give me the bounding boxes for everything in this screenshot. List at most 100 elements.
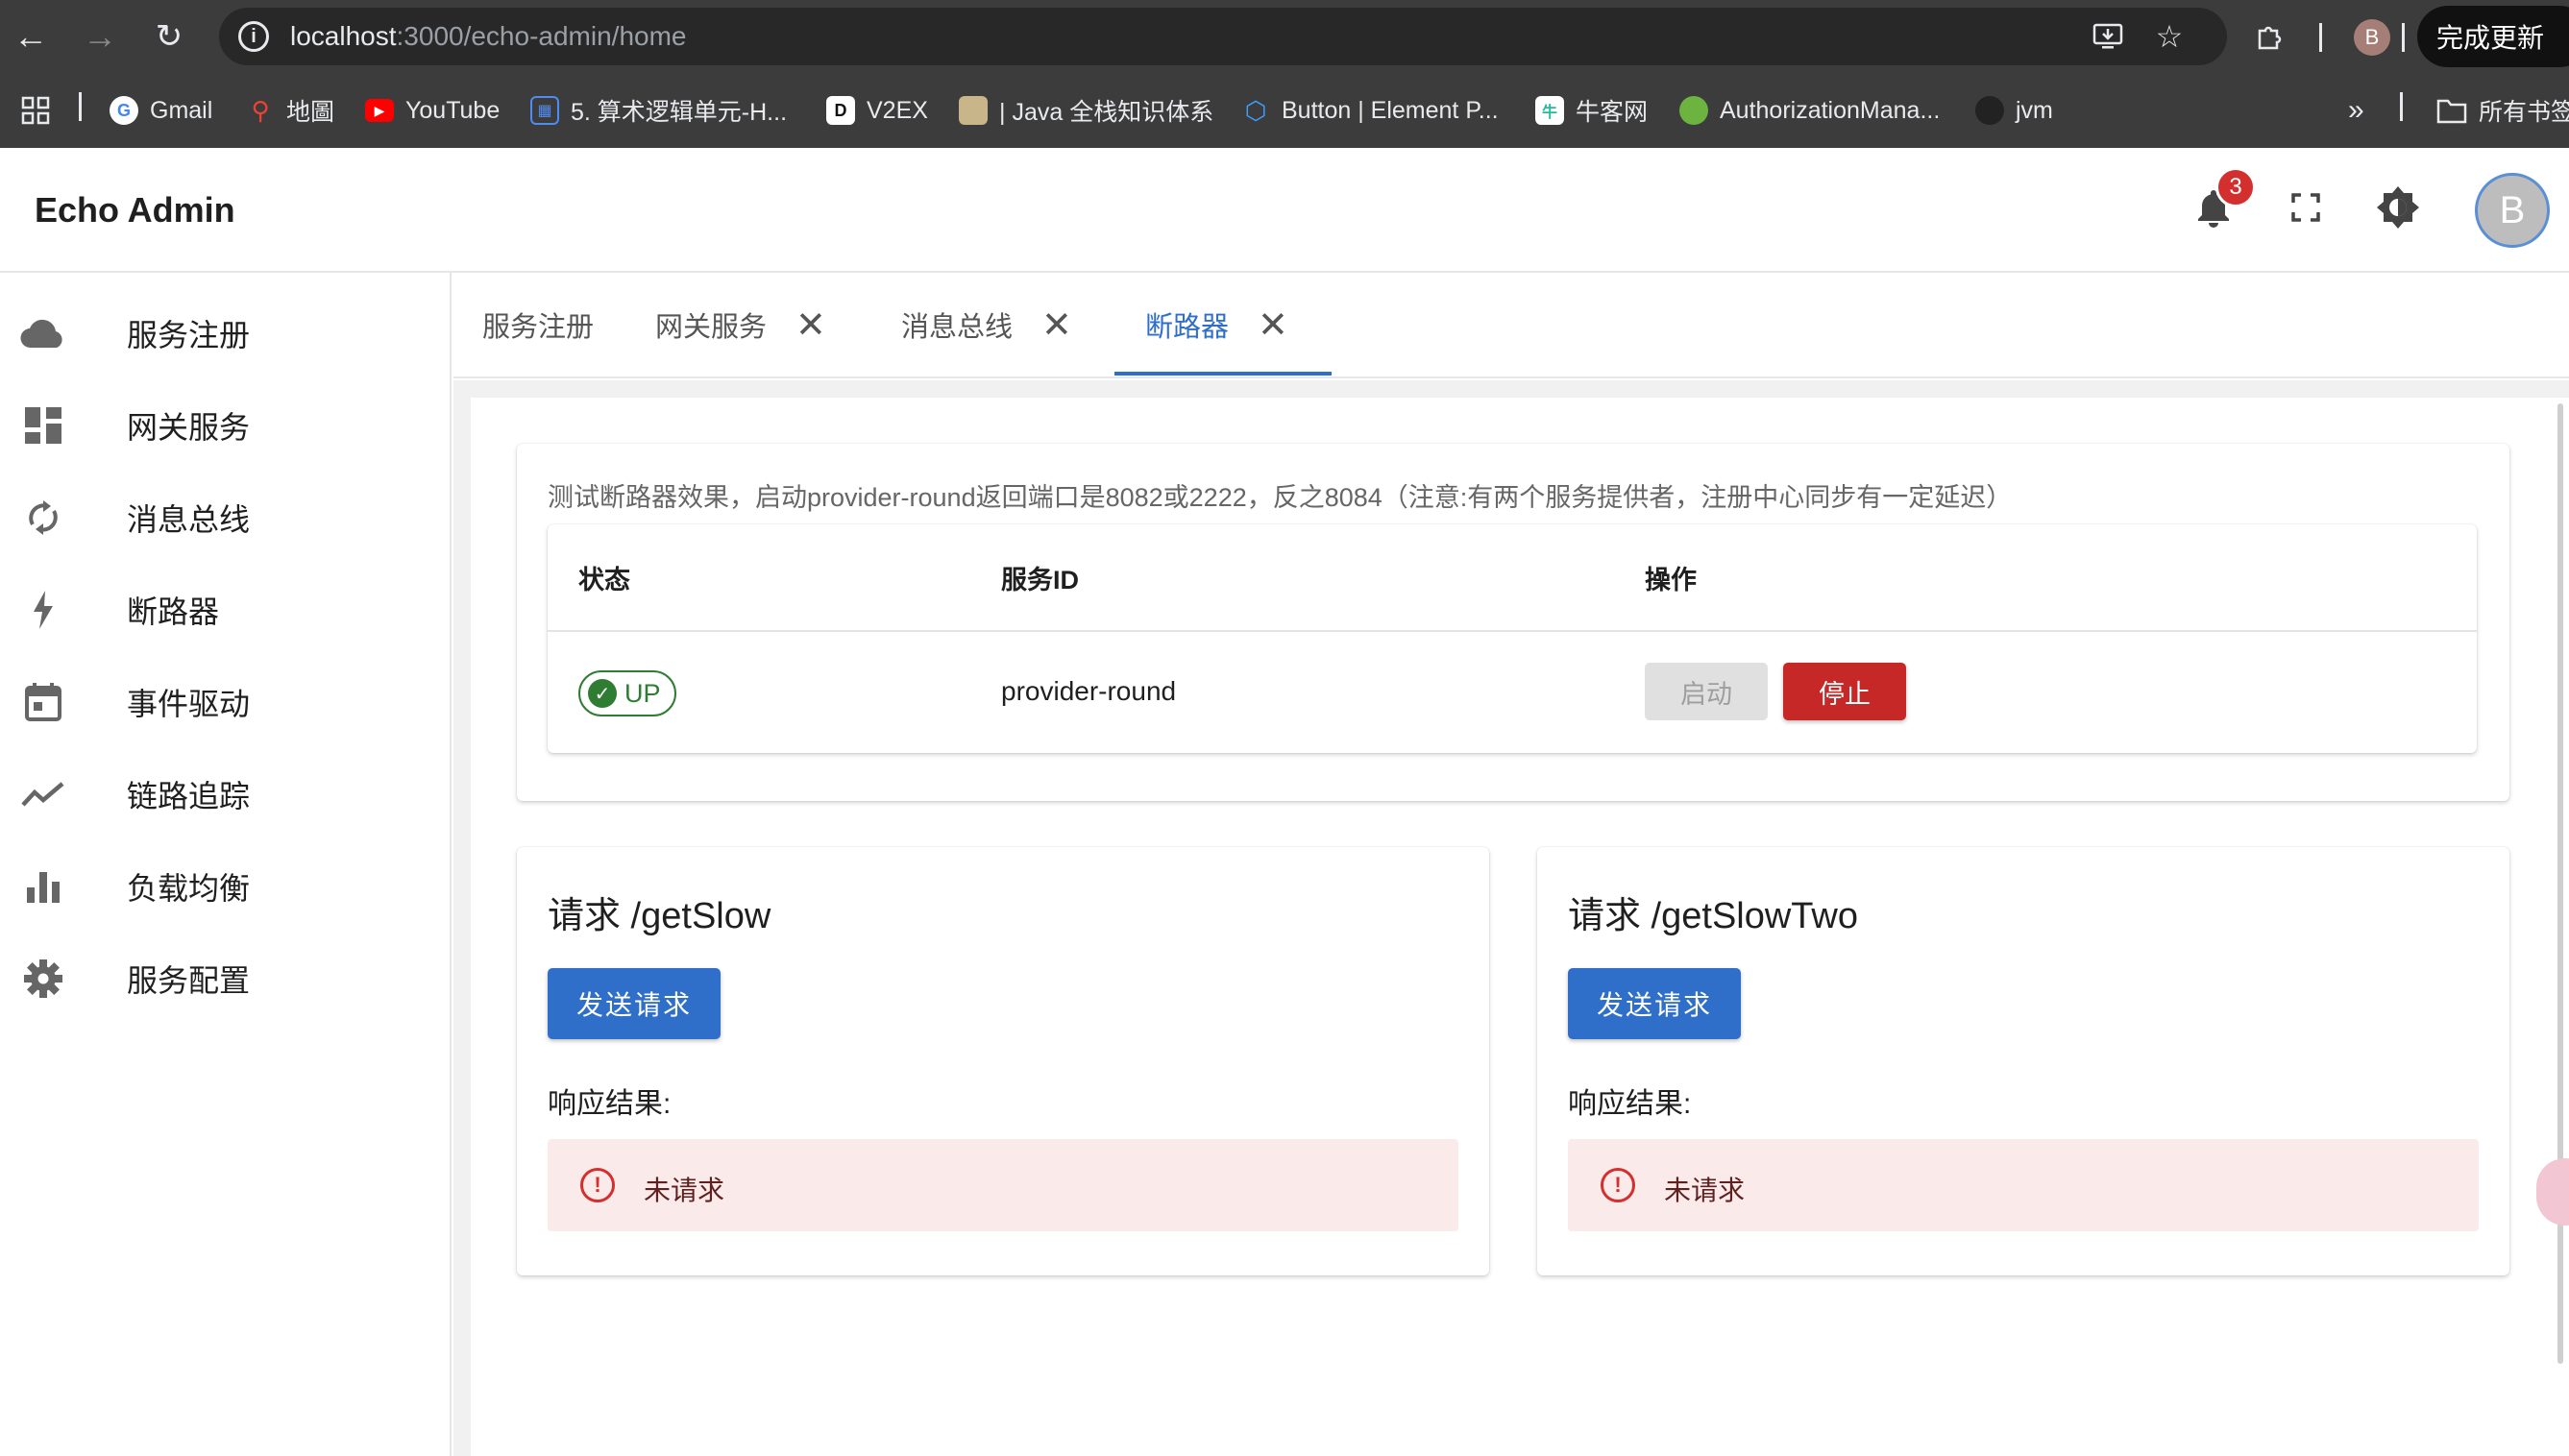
- bookmark-item[interactable]: D V2EX: [826, 92, 928, 129]
- browser-profile-avatar[interactable]: B: [2354, 19, 2390, 56]
- bookmark-label: | Java 全栈知识体系: [999, 99, 1214, 126]
- tab-label: 消息总线: [901, 312, 1014, 343]
- sidebar-item-label: 事件驱动: [127, 687, 251, 721]
- request-title: 请求 /getSlow: [548, 896, 771, 936]
- sidebar-item-label: 服务注册: [127, 318, 251, 352]
- sidebar-item-message-bus[interactable]: 消息总线: [0, 474, 450, 561]
- site-info-icon[interactable]: i: [238, 21, 269, 52]
- sidebar-item-label: 服务配置: [127, 963, 251, 998]
- send-request-button[interactable]: 发送请求: [1568, 968, 1741, 1039]
- service-id-cell: provider-round: [1001, 676, 1177, 706]
- theme-toggle-icon[interactable]: [2367, 177, 2429, 238]
- element-plus-icon: ⬡: [1244, 95, 1267, 125]
- bookmark-item[interactable]: ⬡ Button | Element P...: [1241, 92, 1499, 129]
- bookmark-star-icon[interactable]: ☆: [2152, 19, 2187, 54]
- calendar-favicon-icon: ▦: [530, 96, 559, 125]
- bookmarks-bar: G Gmail ⚲ 地圖 ▶ YouTube ▦ 5. 算术逻辑单元-H... D V2E…: [0, 73, 2569, 148]
- bookmark-item[interactable]: 牛牛客网: [1535, 92, 1648, 129]
- sidebar-item-gateway[interactable]: 网关服务: [0, 382, 450, 469]
- notification-badge: 3: [2215, 167, 2256, 207]
- tab-message-bus[interactable]: 消息总线 ✕: [901, 273, 1072, 376]
- close-icon[interactable]: ✕: [1258, 303, 1288, 347]
- maps-pin-icon: ⚲: [251, 95, 270, 125]
- sidebar-item-service-registry[interactable]: 服务注册: [0, 290, 450, 376]
- all-bookmarks-folder[interactable]: 所有书签: [2436, 92, 2569, 129]
- response-label: 响应结果:: [548, 1088, 672, 1120]
- app-header: Echo Admin 3 B: [0, 148, 2569, 273]
- sidebar-item-load-balancing[interactable]: 负载均衡: [0, 843, 450, 930]
- check-circle-icon: ✓: [588, 679, 617, 708]
- column-header-status: 状态: [578, 566, 630, 595]
- column-header-service-id: 服务ID: [1001, 566, 1079, 595]
- bookmark-item[interactable]: | Java 全栈知识体系: [959, 92, 1213, 129]
- bookmark-label: 5. 算术逻辑单元-H...: [571, 99, 788, 126]
- google-icon: G: [110, 96, 138, 125]
- table-divider: [548, 630, 2477, 632]
- send-request-button[interactable]: 发送请求: [548, 968, 721, 1039]
- close-icon[interactable]: ✕: [795, 303, 826, 347]
- spring-leaf-icon: [1679, 96, 1708, 125]
- tab-label: 断路器: [1145, 312, 1230, 343]
- forward-arrow-icon[interactable]: →: [77, 13, 123, 60]
- sidebar-item-label: 网关服务: [127, 410, 251, 445]
- tab-label: 网关服务: [655, 312, 768, 343]
- sidebar-item-service-config[interactable]: 服务配置: [0, 935, 450, 1022]
- bar-chart-icon: [19, 862, 67, 910]
- response-label: 响应结果:: [1568, 1088, 1692, 1120]
- start-button[interactable]: 启动: [1645, 663, 1768, 720]
- sidebar-item-label: 消息总线: [127, 502, 251, 537]
- sidebar-item-circuit-breaker[interactable]: 断路器: [0, 567, 450, 653]
- sidebar-item-label: 负载均衡: [127, 871, 251, 906]
- tab-service-registry[interactable]: 服务注册: [482, 273, 594, 376]
- bookmark-label: 牛客网: [1576, 99, 1649, 126]
- stop-button[interactable]: 停止: [1783, 663, 1906, 720]
- bookmark-label: Button | Element P...: [1282, 96, 1499, 124]
- more-bookmarks-icon[interactable]: »: [2348, 92, 2364, 129]
- fullscreen-icon[interactable]: [2275, 177, 2337, 238]
- extensions-icon[interactable]: [2250, 17, 2288, 56]
- close-icon[interactable]: ✕: [1041, 303, 1072, 347]
- tab-gateway[interactable]: 网关服务 ✕: [655, 273, 826, 376]
- toolbar-divider: [2402, 23, 2405, 52]
- sync-icon: [19, 494, 67, 542]
- bookmark-item[interactable]: G Gmail: [110, 92, 212, 129]
- gear-icon: [19, 955, 67, 1003]
- user-avatar[interactable]: B: [2475, 173, 2550, 248]
- back-arrow-icon[interactable]: ←: [8, 13, 54, 60]
- update-browser-button[interactable]: 完成更新: [2417, 6, 2569, 67]
- bookmark-item[interactable]: jvm: [1975, 92, 2053, 129]
- column-header-actions: 操作: [1645, 566, 1697, 595]
- bookmark-item[interactable]: AuthorizationMana...: [1679, 92, 1940, 129]
- bookmark-item[interactable]: ▦ 5. 算术逻辑单元-H...: [530, 92, 787, 129]
- sidebar-item-label: 断路器: [127, 595, 220, 629]
- sidebar-item-tracing[interactable]: 链路追踪: [0, 751, 450, 837]
- bookmark-label: YouTube: [405, 96, 501, 124]
- trend-icon: [19, 770, 67, 818]
- v2ex-icon: D: [826, 96, 855, 125]
- dashboard-icon: [19, 401, 67, 449]
- youtube-icon: ▶: [365, 99, 394, 122]
- bookmark-label: 地圖: [286, 99, 335, 126]
- response-alert: ! 未请求: [548, 1139, 1458, 1231]
- bookmark-item[interactable]: ⚲ 地圖: [246, 92, 334, 129]
- sidebar-item-event-driven[interactable]: 事件驱动: [0, 659, 450, 745]
- reload-icon[interactable]: ↻: [146, 13, 192, 60]
- lightning-icon: [19, 586, 67, 634]
- bookmark-label: AuthorizationMana...: [1720, 96, 1941, 124]
- error-icon: !: [580, 1168, 615, 1202]
- sidebar-item-label: 链路追踪: [127, 779, 251, 813]
- nowcoder-icon: 牛: [1535, 96, 1564, 125]
- response-alert: ! 未请求: [1568, 1139, 2479, 1231]
- install-app-icon[interactable]: [2091, 19, 2125, 54]
- tab-circuit-breaker[interactable]: 断路器 ✕: [1145, 273, 1288, 376]
- apps-grid-icon[interactable]: [21, 92, 50, 129]
- address-bar[interactable]: i localhost:3000/echo-admin/home ☆: [219, 8, 2227, 65]
- cloud-icon: [19, 309, 67, 357]
- bookmark-label: Gmail: [150, 96, 213, 124]
- github-icon: [1975, 96, 2004, 125]
- response-text: 未请求: [644, 1176, 725, 1205]
- sidebar: 服务注册 网关服务 消息总线 断路器 事件驱动 链路追踪 负载均衡 服务配置: [0, 273, 452, 1456]
- bookmark-item[interactable]: ▶ YouTube: [365, 92, 500, 129]
- status-text: UP: [624, 678, 661, 708]
- address-url[interactable]: localhost:3000/echo-admin/home: [290, 21, 687, 52]
